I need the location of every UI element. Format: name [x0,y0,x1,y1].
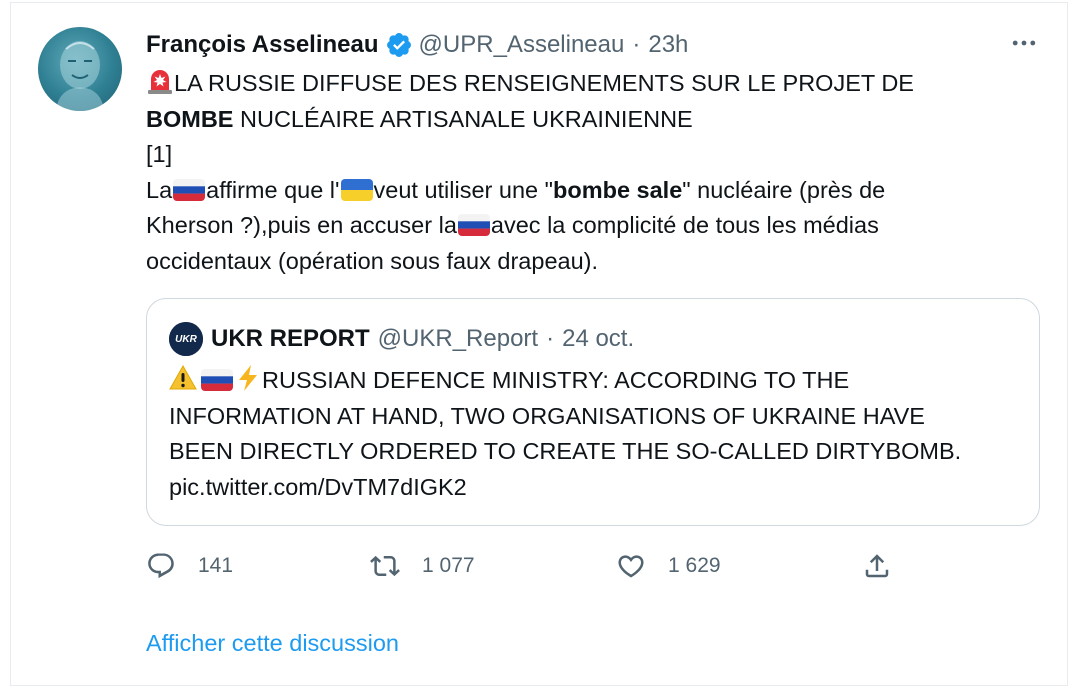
quoted-tweet[interactable]: UKR UKR REPORT @UKR_Report · 24 oct. RUS… [146,298,1040,526]
tweet-text-fragment: Kherson ?),puis en accuser la [146,212,457,238]
siren-icon [146,67,174,106]
author-handle[interactable]: @UPR_Asselineau [419,31,625,59]
quoted-tweet-text: RUSSIAN DEFENCE MINISTRY: ACCORDING TO T… [169,363,1029,505]
quoted-tweet-line: RUSSIAN DEFENCE MINISTRY: ACCORDING TO T… [262,367,850,393]
quoted-author-avatar: UKR [169,322,203,356]
reply-icon [148,553,174,579]
share-button[interactable] [862,546,914,586]
quoted-avatar-text: UKR [175,334,197,345]
retweet-count: 1 077 [422,554,475,577]
tweet-bold-text: BOMBE [146,105,234,132]
tweet-text-fragment: avec la complicité de tous les médias [490,212,879,238]
ukraine-flag-icon [340,178,373,201]
russia-flag-icon [457,214,490,236]
verified-badge-icon [385,31,413,59]
high-voltage-icon [234,364,262,403]
tweet-text-fragment: affirme que l' [206,176,340,203]
retweet-button[interactable]: 1 077 [370,546,475,586]
tweet-header: François Asselineau @UPR_Asselineau · 23… [146,28,688,62]
reply-button[interactable]: 141 [146,546,233,586]
like-button[interactable]: 1 629 [616,546,721,586]
tweet-text-fragment: veut utiliser une " [373,176,553,203]
russia-flag-icon [173,178,206,201]
quoted-tweet-header: UKR UKR REPORT @UKR_Report · 24 oct. [169,321,634,357]
like-count: 1 629 [668,554,721,577]
share-icon [865,554,889,578]
tweet-line: [1] [146,141,173,167]
more-options-icon[interactable] [1007,26,1041,60]
author-name[interactable]: François Asselineau [146,31,379,59]
quoted-author-handle: @UKR_Report [377,325,539,352]
warning-icon [169,364,197,403]
russia-flag-icon [201,369,233,391]
tweet-timestamp[interactable]: 23h [648,31,688,59]
quoted-author-name: UKR REPORT [211,325,370,352]
author-avatar[interactable] [38,27,122,111]
heart-icon [618,555,644,578]
quoted-tweet-timestamp: 24 oct. [562,325,635,352]
quoted-tweet-line: BEEN DIRECTLY ORDERED TO CREATE THE SO-C… [169,438,962,464]
quoted-tweet-link[interactable]: pic.twitter.com/DvTM7dIGK2 [169,474,467,500]
tweet-line: occidentaux (opération sous faux drapeau… [146,247,599,274]
tweet-line: LA RUSSIE DIFFUSE DES RENSEIGNEMENTS SUR… [174,70,914,96]
show-thread-link[interactable]: Afficher cette discussion [146,630,399,657]
tweet-line: NUCLÉAIRE ARTISANALE UKRAINIENNE [233,105,693,132]
reply-count: 141 [198,554,234,577]
separator-dot: · [632,31,641,58]
tweet-text: LA RUSSIE DIFFUSE DES RENSEIGNEMENTS SUR… [146,66,1026,279]
tweet-bold-text: bombe sale [552,176,683,203]
retweet-icon [370,555,400,577]
tweet-actions: 141 1 077 1 629 [146,546,906,586]
separator-dot: · [546,325,555,352]
tweet-text-fragment: La [146,176,173,203]
tweet-text-fragment: " nucléaire (près de [682,176,886,203]
quoted-tweet-line: INFORMATION AT HAND, TWO ORGANISATIONS O… [169,402,925,429]
